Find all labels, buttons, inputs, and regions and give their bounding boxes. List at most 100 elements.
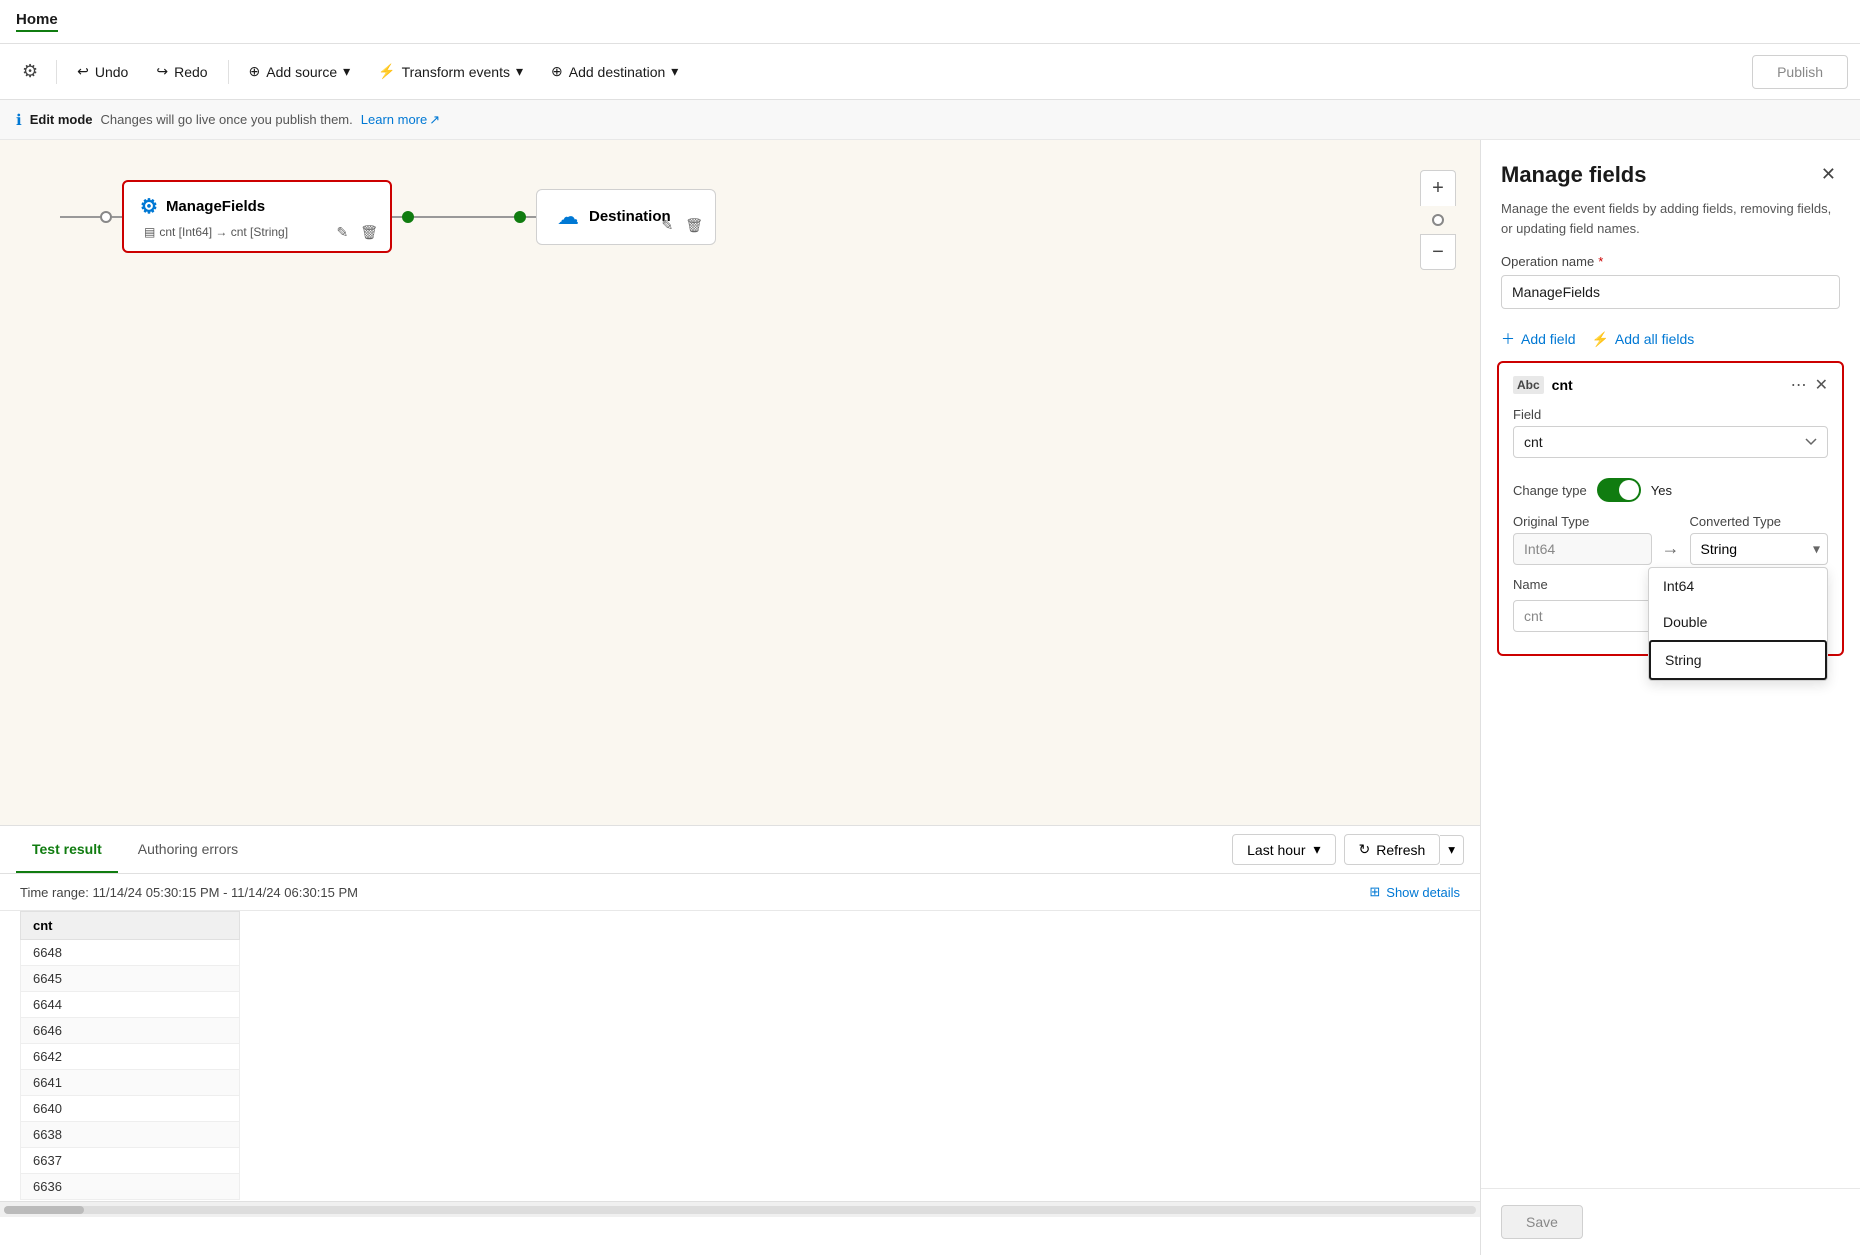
line-mid2 [414, 216, 514, 218]
destination-icon: ☁ [557, 204, 579, 230]
manage-fields-title: ⚙ ManageFields [140, 194, 374, 219]
zoom-in-button[interactable]: + [1420, 170, 1456, 206]
toolbar-separator [56, 60, 57, 84]
field-card-name: cnt [1552, 377, 1573, 393]
publish-button[interactable]: Publish [1752, 55, 1848, 89]
field-close-button[interactable]: ✕ [1815, 375, 1828, 395]
scrollbar-track[interactable] [4, 1206, 1476, 1214]
manage-fields-icon: ⚙ [140, 194, 158, 219]
add-field-row: ＋ Add field ⚡ Add all fields [1481, 321, 1860, 361]
external-link-icon: ↗ [429, 112, 440, 128]
top-nav: Home [0, 0, 1860, 44]
operation-name-input[interactable] [1501, 275, 1840, 309]
chevron-down-icon-3: ▾ [671, 63, 678, 80]
table-row: 6646 [21, 1018, 240, 1044]
destination-node[interactable]: ☁ Destination ✎ 🗑 [536, 189, 716, 245]
field-card-actions: ⋯ ✕ [1791, 375, 1828, 395]
add-field-button[interactable]: ＋ Add field [1501, 329, 1575, 349]
time-dropdown[interactable]: Last hour ▾ [1232, 834, 1335, 865]
scrollbar-area[interactable] [0, 1201, 1480, 1217]
add-all-fields-button[interactable]: ⚡ Add all fields [1591, 331, 1694, 348]
line-mid1 [392, 216, 402, 218]
lightning-icon: ⚡ [1591, 331, 1608, 348]
zoom-dot [1432, 214, 1444, 226]
undo-icon: ↩ [77, 63, 89, 80]
test-tabs: Test result Authoring errors Last hour ▾ [0, 826, 1480, 874]
panel-header: Manage fields ✕ [1481, 140, 1860, 199]
table-icon: ▤ [144, 225, 155, 239]
refresh-button[interactable]: ↻ Refresh [1344, 834, 1441, 865]
destination-actions: ✎ 🗑 [659, 215, 705, 236]
table-row: 6637 [21, 1148, 240, 1174]
gear-button[interactable]: ⚙ [12, 55, 48, 88]
arrow-icon: → [1662, 538, 1680, 559]
data-table-container[interactable]: cnt 664866456644664666426641664066386637… [0, 911, 1480, 1201]
toolbar: ⚙ ↩ Undo ↪ Redo ⊕ Add source ▾ ⚡ Transfo… [0, 44, 1860, 100]
transform-events-button[interactable]: ⚡ Transform events ▾ [366, 57, 535, 86]
add-source-icon: ⊕ [249, 63, 261, 80]
undo-button[interactable]: ↩ Undo [65, 57, 140, 86]
plus-icon-field: ＋ [1501, 329, 1515, 349]
field-type-icon: Abc [1513, 376, 1544, 394]
learn-more-link[interactable]: Learn more ↗ [361, 112, 440, 128]
destination-delete-button[interactable]: 🗑 [683, 215, 705, 236]
converted-type-label: Converted Type [1690, 514, 1829, 529]
right-panel: Manage fields ✕ Manage the event fields … [1480, 140, 1860, 1255]
panel-footer: Save [1481, 1188, 1860, 1255]
refresh-group: ↻ Refresh ▾ [1344, 834, 1464, 865]
show-details-icon: ⊞ [1369, 884, 1380, 900]
scrollbar-thumb[interactable] [4, 1206, 84, 1214]
destination-edit-button[interactable]: ✎ [659, 215, 675, 236]
operation-name-label: Operation name * [1501, 254, 1840, 269]
operation-name-section: Operation name * [1481, 254, 1860, 321]
converted-type-display[interactable]: String [1690, 533, 1829, 565]
add-destination-icon: ⊕ [551, 63, 563, 80]
refresh-chevron-button[interactable]: ▾ [1440, 835, 1464, 865]
add-source-button[interactable]: ⊕ Add source ▾ [237, 57, 363, 86]
edit-mode-message: Changes will go live once you publish th… [101, 112, 353, 127]
manage-fields-edit-button[interactable]: ✎ [334, 222, 350, 243]
field-card: Abc cnt ⋯ ✕ Field cnt Change type [1497, 361, 1844, 656]
change-type-toggle[interactable] [1597, 478, 1641, 502]
add-destination-button[interactable]: ⊕ Add destination ▾ [539, 57, 690, 86]
field-select[interactable]: cnt [1513, 426, 1828, 458]
manage-fields-delete-button[interactable]: 🗑 [358, 222, 380, 243]
tab-test-result[interactable]: Test result [16, 827, 118, 873]
toolbar-separator-2 [228, 60, 229, 84]
table-row: 6642 [21, 1044, 240, 1070]
field-card-title: Abc cnt [1513, 376, 1573, 394]
manage-fields-actions: ✎ 🗑 [334, 222, 380, 243]
table-row: 6636 [21, 1174, 240, 1200]
manage-fields-node[interactable]: ⚙ ManageFields ▤ cnt [Int64] → cnt [Stri… [122, 180, 392, 253]
panel-title: Manage fields [1501, 162, 1646, 188]
left-arrow [60, 211, 122, 223]
tab-authoring-errors[interactable]: Authoring errors [122, 827, 254, 873]
test-panel: Test result Authoring errors Last hour ▾ [0, 825, 1480, 1255]
type-conversion-row: Original Type → Converted Type String ▾ … [1513, 514, 1828, 565]
table-row: 6638 [21, 1122, 240, 1148]
dropdown-item-int64[interactable]: Int64 [1649, 568, 1827, 604]
change-type-label: Change type [1513, 483, 1587, 498]
chevron-down-icon-2: ▾ [516, 63, 523, 80]
canvas-viewport[interactable]: ⚙ ManageFields ▤ cnt [Int64] → cnt [Stri… [0, 140, 1480, 825]
dropdown-item-string[interactable]: String [1649, 640, 1827, 680]
original-type-col: Original Type [1513, 514, 1652, 565]
home-tab[interactable]: Home [16, 11, 58, 32]
test-tab-controls: Last hour ▾ ↻ Refresh ▾ [1232, 834, 1464, 865]
time-dropdown-group: Last hour ▾ [1232, 834, 1335, 865]
table-row: 6644 [21, 992, 240, 1018]
table-body: 6648664566446646664266416640663866376636 [21, 940, 240, 1200]
table-row: 6640 [21, 1096, 240, 1122]
show-details-button[interactable]: ⊞ Show details [1369, 884, 1460, 900]
panel-close-button[interactable]: ✕ [1817, 160, 1840, 189]
line-left2 [112, 216, 122, 218]
connector-dot-mid [402, 211, 414, 223]
zoom-out-button[interactable]: − [1420, 234, 1456, 270]
converted-type-dropdown-wrapper: String ▾ Int64 Double String [1690, 533, 1829, 565]
transform-icon: ⚡ [378, 63, 395, 80]
field-more-button[interactable]: ⋯ [1791, 375, 1807, 395]
dropdown-item-double[interactable]: Double [1649, 604, 1827, 640]
save-button[interactable]: Save [1501, 1205, 1583, 1239]
toggle-knob [1619, 480, 1639, 500]
redo-button[interactable]: ↪ Redo [144, 57, 219, 86]
